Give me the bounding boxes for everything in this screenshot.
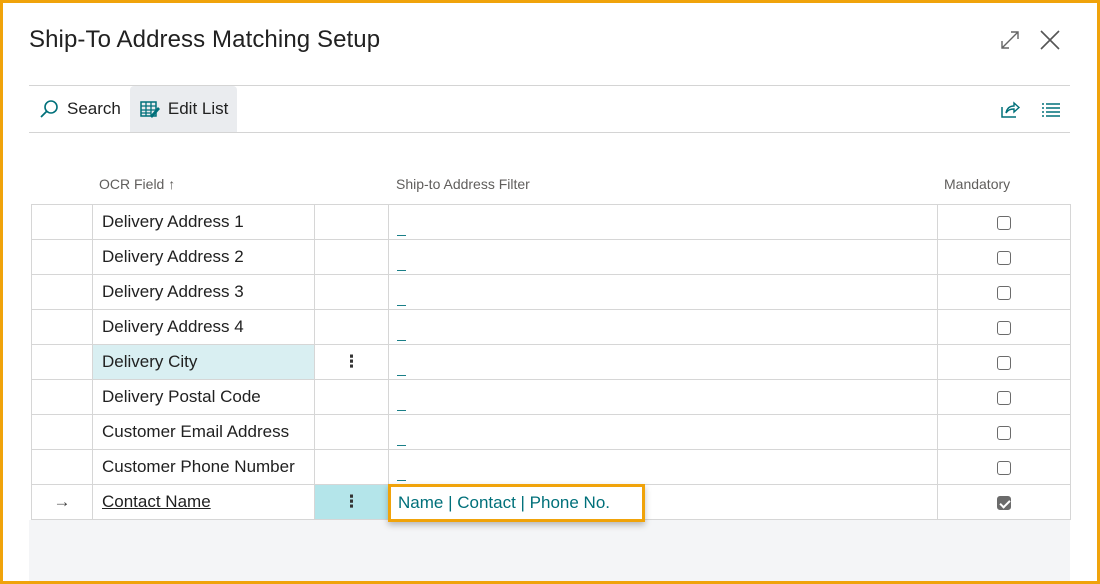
row-menu-cell <box>314 449 389 485</box>
divider <box>29 132 1070 133</box>
filter-cell[interactable] <box>388 309 938 345</box>
filter-cell[interactable] <box>388 274 938 310</box>
sort-ascending-icon: ↑ <box>168 176 176 192</box>
empty-filter-placeholder <box>397 235 406 236</box>
share-icon <box>1001 101 1021 118</box>
mandatory-cell <box>937 344 1071 380</box>
ocr-field-cell[interactable]: Customer Phone Number <box>92 449 315 485</box>
mandatory-cell <box>937 274 1071 310</box>
expand-button[interactable] <box>997 27 1023 53</box>
row-menu-button[interactable]: ⋮ <box>314 484 389 520</box>
filter-cell[interactable] <box>388 379 938 415</box>
filter-cell[interactable] <box>388 449 938 485</box>
grid-empty-area <box>29 520 1070 581</box>
list-view-button[interactable] <box>1040 98 1062 120</box>
ocr-field-link[interactable]: Contact Name <box>102 492 211 511</box>
row-menu-cell <box>314 204 389 240</box>
search-button[interactable]: Search <box>29 86 130 132</box>
mandatory-checkbox[interactable] <box>997 320 1011 335</box>
list-view-icon <box>1042 103 1060 117</box>
table-row[interactable]: Delivery Address 3 <box>31 274 1071 310</box>
row-menu-button[interactable]: ⋮ <box>314 344 389 380</box>
close-button[interactable] <box>1037 27 1063 53</box>
row-menu-cell <box>314 309 389 345</box>
empty-filter-placeholder <box>397 480 406 481</box>
row-indicator <box>31 274 93 310</box>
row-indicator <box>31 309 93 345</box>
row-indicator <box>31 379 93 415</box>
mandatory-checkbox[interactable] <box>997 390 1011 405</box>
row-menu-cell <box>314 414 389 450</box>
ocr-field-cell[interactable]: Delivery Address 1 <box>92 204 315 240</box>
empty-filter-placeholder <box>397 410 406 411</box>
mandatory-cell <box>937 414 1071 450</box>
ocr-field-cell[interactable]: Delivery Address 3 <box>92 274 315 310</box>
row-indicator <box>31 344 93 380</box>
ocr-field-cell[interactable]: Delivery Address 2 <box>92 239 315 275</box>
row-indicator <box>31 239 93 275</box>
edit-list-icon <box>139 98 161 120</box>
share-button[interactable] <box>999 98 1021 120</box>
empty-filter-placeholder <box>397 305 406 306</box>
row-indicator <box>31 204 93 240</box>
ocr-field-cell[interactable]: Delivery Address 4 <box>92 309 315 345</box>
setup-table: Delivery Address 1 Delivery Address 2 De… <box>31 204 1071 520</box>
mandatory-checkbox[interactable] <box>997 425 1011 440</box>
table-row[interactable]: Delivery Postal Code <box>31 379 1071 415</box>
empty-filter-placeholder <box>397 375 406 376</box>
empty-filter-placeholder <box>397 340 406 341</box>
current-row-arrow-icon: → <box>31 484 93 520</box>
row-indicator <box>31 414 93 450</box>
mandatory-checkbox[interactable] <box>997 355 1011 370</box>
row-menu-cell <box>314 379 389 415</box>
mandatory-checkbox-checked[interactable] <box>997 495 1011 510</box>
mandatory-cell <box>937 449 1071 485</box>
table-row[interactable]: Customer Email Address <box>31 414 1071 450</box>
filter-cell[interactable] <box>388 414 938 450</box>
mandatory-cell <box>937 204 1071 240</box>
mandatory-checkbox[interactable] <box>997 250 1011 265</box>
mandatory-checkbox[interactable] <box>997 215 1011 230</box>
table-row[interactable]: Delivery Address 4 <box>31 309 1071 345</box>
page-title: Ship-To Address Matching Setup <box>29 26 381 53</box>
table-row[interactable]: Delivery Address 1 <box>31 204 1071 240</box>
mandatory-cell <box>937 379 1071 415</box>
mandatory-cell <box>937 239 1071 275</box>
expand-icon <box>1001 31 1019 49</box>
search-label: Search <box>67 99 121 118</box>
search-icon <box>38 98 60 120</box>
close-icon <box>1040 30 1060 50</box>
edit-list-label: Edit List <box>167 99 229 118</box>
ocr-field-cell[interactable]: Delivery Postal Code <box>92 379 315 415</box>
row-menu-cell <box>314 239 389 275</box>
ocr-field-cell[interactable]: Contact Name <box>92 484 315 520</box>
column-header-ocr-field[interactable]: OCR Field ↑ <box>99 176 175 192</box>
filter-input-highlighted[interactable]: Name | Contact | Phone No. <box>388 484 645 522</box>
column-header-mandatory[interactable]: Mandatory <box>944 176 1010 192</box>
row-indicator <box>31 449 93 485</box>
action-bar: Search Edit List <box>29 86 238 132</box>
ocr-field-cell[interactable]: Delivery City <box>92 344 315 380</box>
filter-cell[interactable] <box>388 204 938 240</box>
table-row[interactable]: Delivery City ⋮ <box>31 344 1071 380</box>
column-header-filter[interactable]: Ship-to Address Filter <box>396 176 530 192</box>
empty-filter-placeholder <box>397 445 406 446</box>
filter-cell[interactable] <box>388 344 938 380</box>
table-row[interactable]: Delivery Address 2 <box>31 239 1071 275</box>
mandatory-cell <box>937 484 1071 520</box>
mandatory-checkbox[interactable] <box>997 285 1011 300</box>
table-row[interactable]: Customer Phone Number <box>31 449 1071 485</box>
empty-filter-placeholder <box>397 270 406 271</box>
filter-cell[interactable] <box>388 239 938 275</box>
edit-list-button[interactable]: Edit List <box>129 86 238 132</box>
mandatory-checkbox[interactable] <box>997 460 1011 475</box>
ocr-field-cell[interactable]: Customer Email Address <box>92 414 315 450</box>
mandatory-cell <box>937 309 1071 345</box>
row-menu-cell <box>314 274 389 310</box>
